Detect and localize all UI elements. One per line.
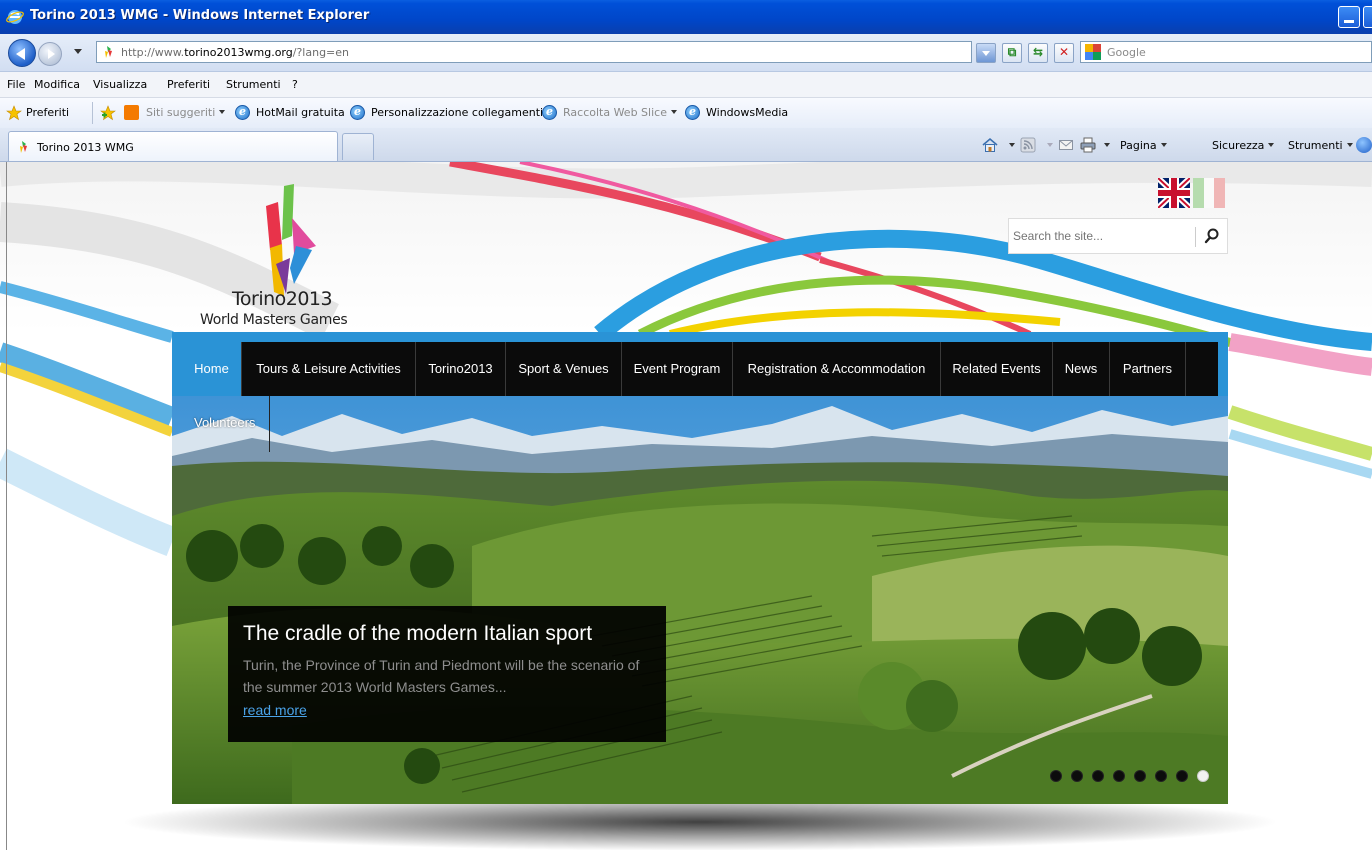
ie-page-icon: [542, 105, 557, 120]
menu-bar: File Modifica Visualizza Preferiti Strum…: [0, 72, 1372, 98]
rss-dropdown[interactable]: [1043, 139, 1053, 152]
nav-item-tours-leisure[interactable]: Tours & Leisure Activities: [242, 342, 416, 396]
nav-item-news[interactable]: News: [1053, 342, 1110, 396]
slider-dot[interactable]: [1071, 770, 1083, 782]
hero-landscape-image: [172, 396, 1228, 804]
refresh-icon[interactable]: ⇆: [1028, 43, 1048, 63]
window-title-bar: Torino 2013 WMG - Windows Internet Explo…: [0, 0, 1372, 34]
minimize-button[interactable]: [1338, 6, 1360, 28]
search-icon[interactable]: [1203, 227, 1221, 245]
help-icon[interactable]: [1356, 137, 1372, 153]
google-icon: [1085, 44, 1101, 60]
favorites-bar: Preferiti Siti suggeriti HotMail gratuit…: [0, 98, 1372, 128]
address-dropdown-button[interactable]: [976, 43, 996, 63]
content-frame-border: [6, 162, 7, 850]
back-arrow-icon[interactable]: [8, 39, 36, 67]
slide-text: Turin, the Province of Turin and Piedmon…: [243, 657, 640, 695]
new-tab-button[interactable]: [342, 133, 374, 160]
site-search-box: [1008, 218, 1228, 254]
menu-item-help[interactable]: ?: [292, 78, 298, 91]
print-icon[interactable]: [1080, 137, 1096, 153]
home-icon[interactable]: [982, 137, 998, 153]
browser-search-placeholder: Google: [1107, 46, 1146, 59]
history-dropdown-icon[interactable]: [74, 49, 82, 54]
ie-page-icon: [235, 105, 250, 120]
forward-arrow-icon[interactable]: [38, 42, 62, 66]
fav-item-personalize-links[interactable]: Personalizzazione collegamenti: [371, 106, 543, 119]
home-dropdown[interactable]: [1005, 139, 1015, 152]
flag-it-icon[interactable]: [1193, 178, 1226, 208]
slider-dot[interactable]: [1176, 770, 1188, 782]
address-bar: http://www.torino2013wmg.org/?lang=en ⧉ …: [0, 34, 1372, 72]
slider-dot[interactable]: [1113, 770, 1125, 782]
menu-item-visualizza[interactable]: Visualizza: [93, 78, 147, 91]
slider-dot[interactable]: [1134, 770, 1146, 782]
favicon: [105, 46, 112, 58]
nav-item-torino2013[interactable]: Torino2013: [416, 342, 506, 396]
tab-bar: Torino 2013 WMG Pagina Sicurezza Strumen…: [0, 128, 1372, 162]
stop-icon[interactable]: ✕: [1054, 43, 1074, 63]
security-menu[interactable]: Sicurezza: [1212, 139, 1275, 152]
nav-item-registration-accommodation[interactable]: Registration & Accommodation: [733, 342, 941, 396]
nav-item-related-events[interactable]: Related Events: [941, 342, 1053, 396]
logo-title: Torino2013: [232, 288, 333, 310]
tools-menu[interactable]: Strumenti: [1288, 139, 1353, 152]
favorites-button[interactable]: Preferiti: [26, 106, 69, 119]
mail-icon[interactable]: [1058, 137, 1074, 153]
flag-uk-icon[interactable]: [1158, 178, 1190, 208]
nav-item-partners[interactable]: Partners: [1110, 342, 1186, 396]
ie-logo: [6, 10, 24, 24]
slider-dot[interactable]: [1050, 770, 1062, 782]
slider-dot[interactable]: [1155, 770, 1167, 782]
logo-subtitle: World Masters Games: [200, 312, 348, 328]
nav-item-volunteers[interactable]: Volunteers: [182, 396, 270, 452]
nav-item-home[interactable]: Home: [182, 342, 242, 396]
tab-torino-2013-wmg[interactable]: Torino 2013 WMG: [8, 131, 338, 161]
browser-search-input[interactable]: Google: [1080, 41, 1372, 63]
site-search-input[interactable]: [1013, 223, 1191, 249]
slide-title: The cradle of the modern Italian sport: [243, 622, 593, 645]
search-separator: [1195, 227, 1196, 247]
nav-item-event-program[interactable]: Event Program: [622, 342, 733, 396]
page-menu[interactable]: Pagina: [1120, 139, 1167, 152]
menu-item-strumenti[interactable]: Strumenti: [226, 78, 281, 91]
nav-item-sport-venues[interactable]: Sport & Venues: [506, 342, 622, 396]
main-stage: Home Tours & Leisure Activities Torino20…: [172, 332, 1228, 804]
ie-page-icon: [350, 105, 365, 120]
favicon: [20, 141, 27, 153]
menu-item-modifica[interactable]: Modifica: [34, 78, 80, 91]
fav-item-web-slice[interactable]: Raccolta Web Slice: [563, 106, 677, 119]
url-text: http://www.torino2013wmg.org/?lang=en: [121, 46, 350, 59]
main-navigation: Home Tours & Leisure Activities Torino20…: [182, 342, 1218, 396]
read-more-link[interactable]: read more: [243, 702, 307, 718]
ie-page-icon: [685, 105, 700, 120]
menu-item-file[interactable]: File: [7, 78, 25, 91]
slider-dot[interactable]: [1092, 770, 1104, 782]
slider-dot-active[interactable]: [1197, 770, 1209, 782]
rss-icon[interactable]: [1020, 137, 1036, 153]
fav-item-hotmail[interactable]: HotMail gratuita: [256, 106, 345, 119]
fav-item-suggested-sites[interactable]: Siti suggeriti: [146, 106, 226, 119]
menu-item-preferiti[interactable]: Preferiti: [167, 78, 210, 91]
tab-label: Torino 2013 WMG: [37, 141, 134, 154]
slide-caption: The cradle of the modern Italian sport T…: [228, 606, 666, 742]
maximize-button[interactable]: [1363, 6, 1372, 28]
web-content: Torino2013 World Masters Games Search th…: [0, 162, 1372, 850]
toolbar-separator: [92, 102, 93, 124]
suggested-sites-icon: [124, 105, 139, 120]
compat-view-icon[interactable]: ⧉: [1002, 43, 1022, 63]
star-icon: [6, 105, 22, 121]
add-favorite-icon[interactable]: [100, 105, 116, 121]
url-input[interactable]: http://www.torino2013wmg.org/?lang=en: [96, 41, 972, 63]
fav-item-windowsmedia[interactable]: WindowsMedia: [706, 106, 788, 119]
print-dropdown[interactable]: [1100, 139, 1110, 152]
window-title: Torino 2013 WMG - Windows Internet Explo…: [30, 8, 370, 23]
